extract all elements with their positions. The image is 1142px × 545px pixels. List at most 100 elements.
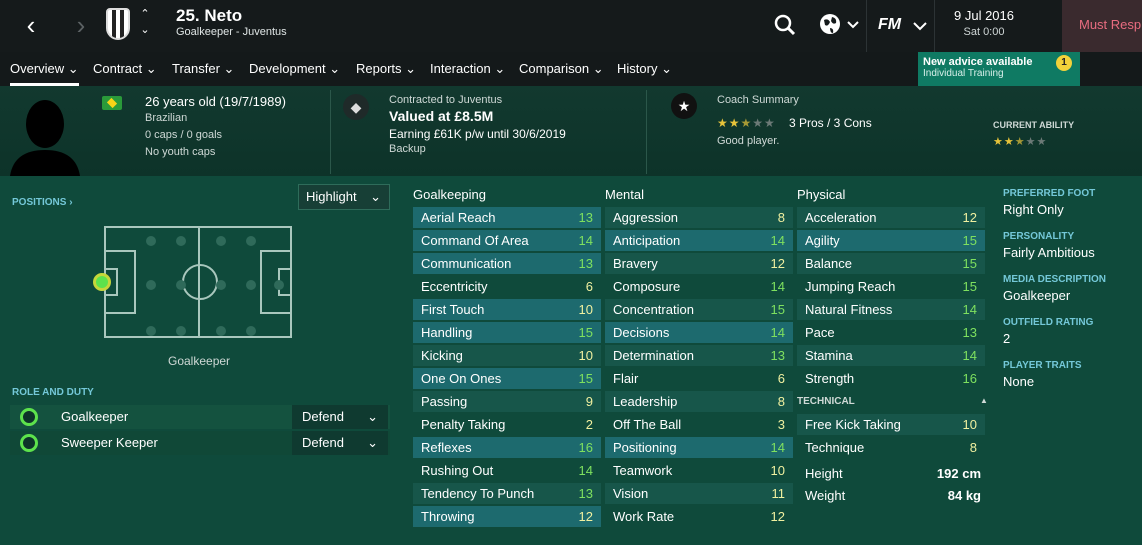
attribute-row[interactable]: Rushing Out 14: [413, 460, 601, 481]
attribute-row[interactable]: Stamina 14: [797, 345, 985, 366]
detail-label: PREFERRED FOOT: [1003, 188, 1096, 199]
tab-transfer[interactable]: Transfer ⌄: [172, 52, 234, 86]
height-value: 192 cm: [936, 466, 981, 481]
attribute-name: Throwing: [421, 509, 475, 524]
attribute-value: 6: [777, 371, 785, 386]
advice-subtitle: Individual Training: [923, 68, 1004, 79]
tab-label: History: [617, 61, 658, 76]
back-button[interactable]: ‹: [14, 10, 48, 40]
attribute-name: Decisions: [613, 325, 670, 340]
player-name: 25. Neto: [176, 6, 243, 25]
attribute-name: Tendency To Punch: [421, 486, 535, 501]
player-silhouette-icon: [10, 94, 80, 176]
tab-label: Comparison: [519, 61, 590, 76]
attribute-row[interactable]: Reflexes 16: [413, 437, 601, 458]
attribute-name: Rushing Out: [421, 463, 494, 478]
attribute-row[interactable]: Tendency To Punch 13: [413, 483, 601, 504]
positions-link[interactable]: POSITIONS ›: [12, 192, 73, 210]
tab-history[interactable]: History ⌄: [617, 52, 672, 86]
attribute-row[interactable]: Command Of Area 14: [413, 230, 601, 251]
attribute-row[interactable]: Penalty Taking 2: [413, 414, 601, 435]
globe-icon[interactable]: [816, 10, 864, 40]
position-dot: [176, 326, 186, 336]
attribute-row[interactable]: Throwing 12: [413, 506, 601, 527]
attribute-row[interactable]: Bravery 12: [605, 253, 793, 274]
attribute-value: 16: [578, 440, 593, 455]
player-switcher[interactable]: ⌃ ⌄: [138, 6, 152, 40]
duty-dropdown[interactable]: Defend ⌄: [292, 431, 388, 455]
attribute-row[interactable]: Kicking 10: [413, 345, 601, 366]
attribute-row[interactable]: Communication 13: [413, 253, 601, 274]
role-row[interactable]: Sweeper Keeper Defend ⌄: [10, 431, 390, 455]
highlight-dropdown[interactable]: Highlight ⌄: [298, 184, 390, 210]
attribute-row[interactable]: Free Kick Taking 10: [797, 414, 985, 435]
attribute-row[interactable]: Jumping Reach 15: [797, 276, 985, 297]
attribute-row[interactable]: Concentration 15: [605, 299, 793, 320]
attribute-row[interactable]: Pace 13: [797, 322, 985, 343]
weight-value: 84 kg: [947, 488, 981, 503]
attribute-row[interactable]: Teamwork 10: [605, 460, 793, 481]
attribute-row[interactable]: Off The Ball 3: [605, 414, 793, 435]
squad-status: Backup: [389, 143, 426, 155]
attribute-row[interactable]: Work Rate 12: [605, 506, 793, 527]
tab-reports[interactable]: Reports ⌄: [356, 52, 416, 86]
attribute-row[interactable]: Natural Fitness 14: [797, 299, 985, 320]
tab-interaction[interactable]: Interaction ⌄: [430, 52, 505, 86]
attribute-row[interactable]: First Touch 10: [413, 299, 601, 320]
collapse-icon[interactable]: ▲: [980, 396, 988, 405]
tab-comparison[interactable]: Comparison ⌄: [519, 52, 604, 86]
attribute-name: Kicking: [421, 348, 463, 363]
position-dot: [246, 236, 256, 246]
tab-overview[interactable]: Overview ⌄: [10, 52, 79, 86]
attribute-value: 15: [770, 302, 785, 317]
role-name: Sweeper Keeper: [61, 435, 158, 450]
attribute-row[interactable]: Eccentricity 6: [413, 276, 601, 297]
attribute-row[interactable]: Agility 15: [797, 230, 985, 251]
attribute-name: Flair: [613, 371, 639, 386]
fm-menu-button[interactable]: FM: [878, 10, 928, 40]
advice-notification[interactable]: New advice available Individual Training: [918, 52, 1080, 86]
attribute-value: 6: [585, 279, 593, 294]
attribute-row[interactable]: Determination 13: [605, 345, 793, 366]
attribute-row[interactable]: Flair 6: [605, 368, 793, 389]
goalkeeping-attributes: Aerial Reach 13 Command Of Area 14 Communica…: [413, 207, 601, 529]
chevron-up-icon[interactable]: ⌃: [138, 6, 152, 22]
attribute-row[interactable]: Composure 14: [605, 276, 793, 297]
detail-value: Right Only: [1003, 202, 1064, 217]
chevron-down-icon[interactable]: ⌄: [138, 22, 152, 38]
attribute-row[interactable]: Balance 15: [797, 253, 985, 274]
attribute-row[interactable]: Leadership 8: [605, 391, 793, 412]
attribute-value: 12: [578, 509, 593, 524]
attribute-row[interactable]: Acceleration 12: [797, 207, 985, 228]
attribute-row[interactable]: Aerial Reach 13: [413, 207, 601, 228]
attribute-value: 9: [585, 394, 593, 409]
position-dot: [274, 280, 284, 290]
role-row[interactable]: Goalkeeper Defend ⌄: [10, 405, 390, 429]
attribute-row[interactable]: Technique 8: [797, 437, 985, 458]
duty-dropdown[interactable]: Defend ⌄: [292, 405, 388, 429]
attribute-row[interactable]: Vision 11: [605, 483, 793, 504]
detail-label: PLAYER TRAITS: [1003, 360, 1082, 371]
continue-button[interactable]: Must Resp: [1062, 0, 1142, 52]
attribute-name: Aggression: [613, 210, 679, 225]
search-icon[interactable]: [770, 10, 800, 40]
attribute-row[interactable]: Aggression 8: [605, 207, 793, 228]
attribute-value: 2: [585, 417, 593, 432]
tab-contract[interactable]: Contract ⌄: [93, 52, 157, 86]
height-label: Height: [805, 466, 843, 481]
attribute-row[interactable]: Decisions 14: [605, 322, 793, 343]
attribute-row[interactable]: Handling 15: [413, 322, 601, 343]
star-icon: ★: [671, 93, 697, 119]
weight-label: Weight: [805, 488, 846, 503]
attribute-row[interactable]: Strength 16: [797, 368, 985, 389]
mental-attributes: Aggression 8 Anticipation 14 Bravery 12 Compos…: [605, 207, 793, 529]
attribute-row[interactable]: Passing 9: [413, 391, 601, 412]
contract-wage: Earning £61K p/w until 30/6/2019: [389, 127, 566, 141]
forward-button[interactable]: ›: [64, 10, 98, 40]
goalkeeper-position-marker[interactable]: [93, 273, 111, 291]
game-date: 9 Jul 2016: [954, 8, 1014, 23]
attribute-row[interactable]: Anticipation 14: [605, 230, 793, 251]
tab-development[interactable]: Development ⌄: [249, 52, 340, 86]
attribute-row[interactable]: Positioning 14: [605, 437, 793, 458]
attribute-row[interactable]: One On Ones 15: [413, 368, 601, 389]
